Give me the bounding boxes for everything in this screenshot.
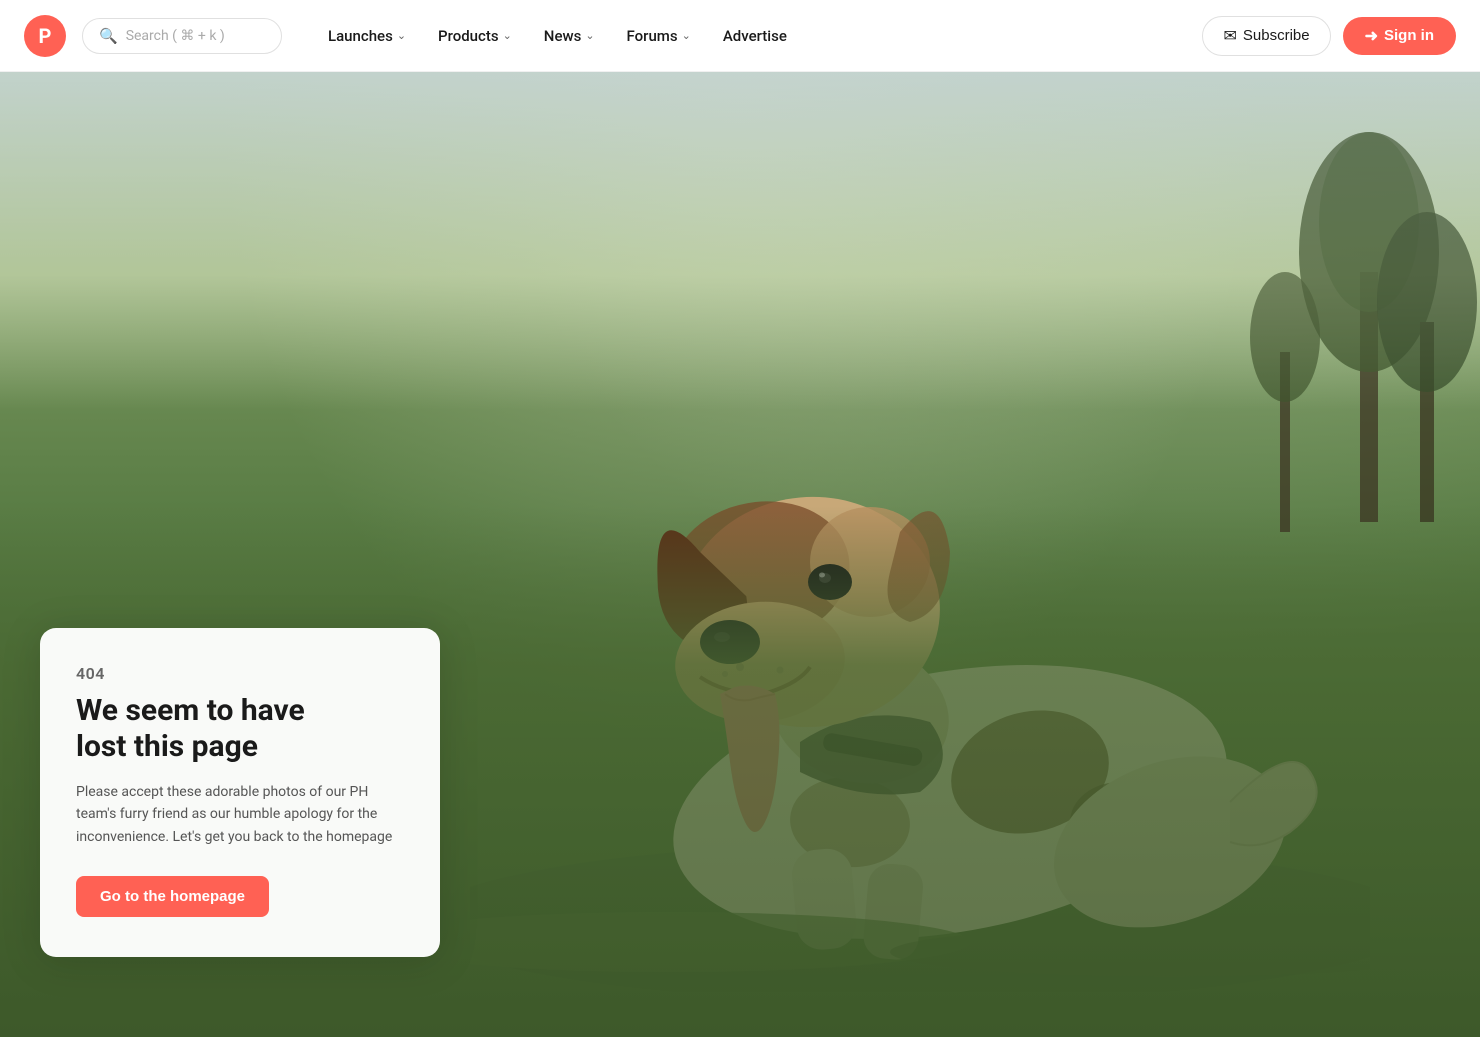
nav-item-launches[interactable]: Launches ⌄ bbox=[314, 19, 420, 53]
launches-chevron-icon: ⌄ bbox=[397, 29, 406, 42]
signin-icon: ➜ bbox=[1365, 26, 1378, 46]
navbar: P 🔍 Search ( ⌘ + k ) Launches ⌄ Products… bbox=[0, 0, 1480, 72]
nav-links: Launches ⌄ Products ⌄ News ⌄ Forums ⌄ Ad… bbox=[314, 19, 1194, 53]
subscribe-icon: ✉ bbox=[1223, 26, 1236, 46]
signin-button[interactable]: ➜ Sign in bbox=[1343, 17, 1456, 55]
error-card: 404 We seem to have lost this page Pleas… bbox=[40, 628, 440, 957]
nav-actions: ✉ Subscribe ➜ Sign in bbox=[1202, 16, 1456, 56]
tree-silhouette bbox=[1080, 72, 1480, 572]
products-chevron-icon: ⌄ bbox=[503, 29, 512, 42]
go-to-homepage-button[interactable]: Go to the homepage bbox=[76, 876, 269, 917]
hero-section: 404 We seem to have lost this page Pleas… bbox=[0, 72, 1480, 1037]
nav-item-news[interactable]: News ⌄ bbox=[530, 19, 609, 53]
nav-item-forums[interactable]: Forums ⌄ bbox=[613, 19, 705, 53]
subscribe-button[interactable]: ✉ Subscribe bbox=[1202, 16, 1330, 56]
nav-item-products[interactable]: Products ⌄ bbox=[424, 19, 526, 53]
error-description: Please accept these adorable photos of o… bbox=[76, 781, 404, 848]
search-bar[interactable]: 🔍 Search ( ⌘ + k ) bbox=[82, 18, 282, 54]
error-title: We seem to have lost this page bbox=[76, 693, 404, 765]
nav-item-advertise[interactable]: Advertise bbox=[709, 19, 801, 53]
site-logo[interactable]: P bbox=[24, 15, 66, 57]
search-icon: 🔍 bbox=[99, 27, 118, 45]
forums-chevron-icon: ⌄ bbox=[682, 29, 691, 42]
news-chevron-icon: ⌄ bbox=[585, 29, 594, 42]
search-placeholder: Search ( ⌘ + k ) bbox=[126, 28, 225, 44]
error-code: 404 bbox=[76, 664, 404, 683]
